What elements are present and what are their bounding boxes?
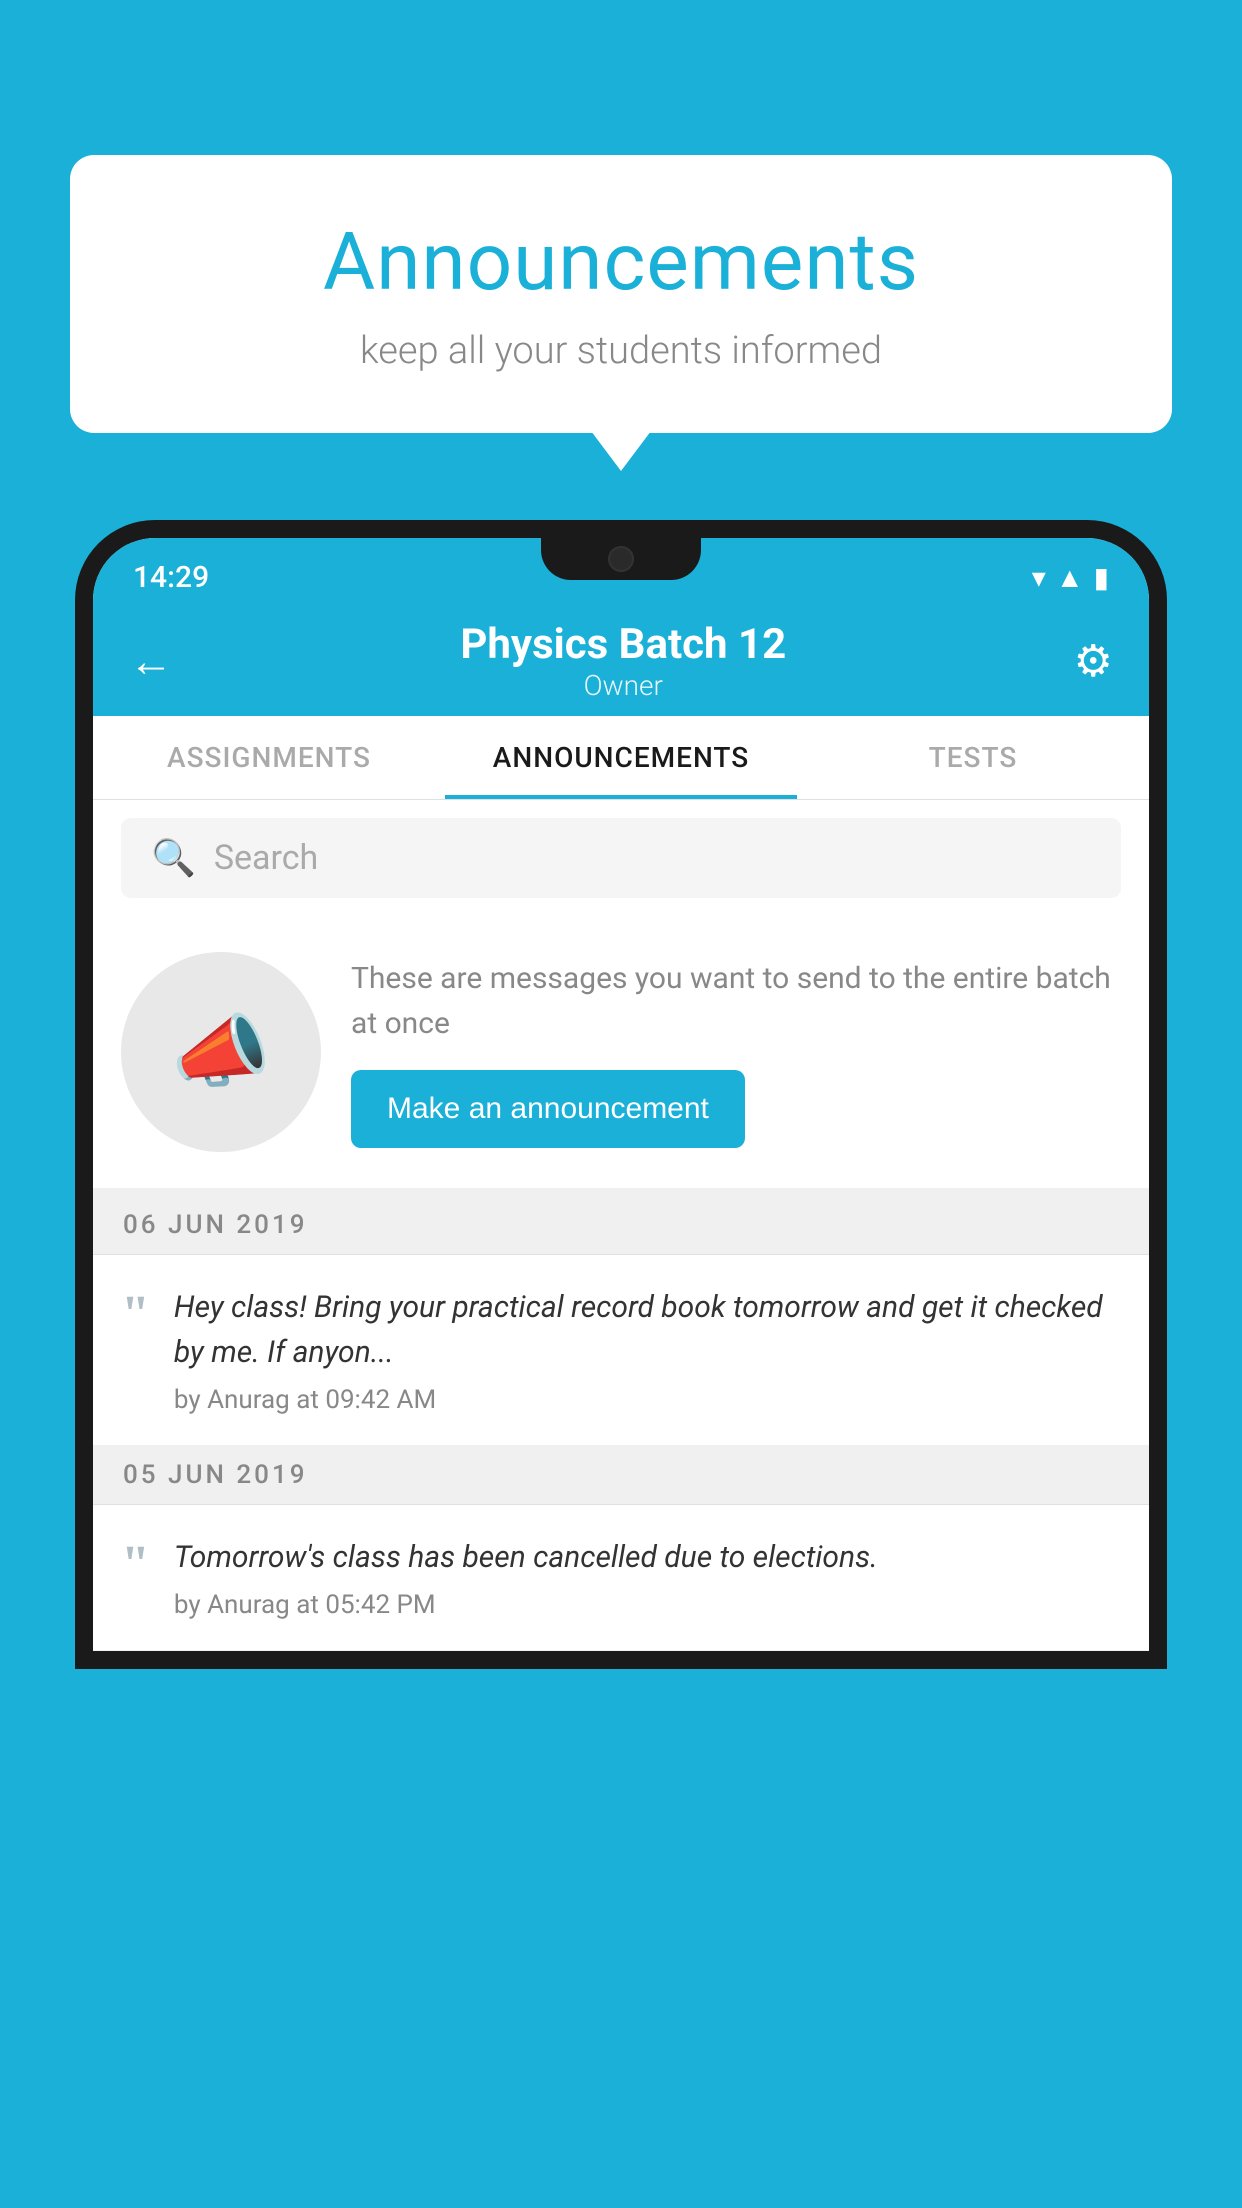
search-container: 🔍 Search	[93, 800, 1149, 916]
promo-section: 📣 These are messages you want to send to…	[93, 916, 1149, 1196]
app-bar: ← Physics Batch 12 Owner ⚙	[93, 606, 1149, 716]
announcement-item-1[interactable]: " Hey class! Bring your practical record…	[93, 1255, 1149, 1446]
app-bar-title-group: Physics Batch 12 Owner	[460, 620, 786, 702]
announcement-text-1: Hey class! Bring your practical record b…	[174, 1285, 1121, 1375]
phone-camera	[608, 546, 634, 572]
tab-tests[interactable]: TESTS	[797, 716, 1149, 799]
tabs-bar: ASSIGNMENTS ANNOUNCEMENTS TESTS	[93, 716, 1149, 800]
tab-assignments[interactable]: ASSIGNMENTS	[93, 716, 445, 799]
bubble-subtitle: keep all your students informed	[150, 329, 1092, 373]
battery-icon: ▮	[1094, 561, 1109, 594]
speech-bubble-container: Announcements keep all your students inf…	[70, 155, 1172, 433]
app-bar-title: Physics Batch 12	[460, 620, 786, 669]
search-bar[interactable]: 🔍 Search	[121, 818, 1121, 898]
announcement-text-2: Tomorrow's class has been cancelled due …	[174, 1535, 1121, 1580]
announcement-content-1: Hey class! Bring your practical record b…	[174, 1285, 1121, 1415]
announcement-meta-1: by Anurag at 09:42 AM	[174, 1385, 1121, 1415]
announcement-meta-2: by Anurag at 05:42 PM	[174, 1590, 1121, 1620]
status-time: 14:29	[133, 560, 209, 595]
date-separator-2: 05 JUN 2019	[93, 1446, 1149, 1505]
app-bar-subtitle: Owner	[460, 669, 786, 702]
promo-icon-circle: 📣	[121, 952, 321, 1152]
phone-notch	[541, 538, 701, 580]
phone-wrapper: 14:29 ▾ ▲ ▮ ← Physics Batch 12 Owner ⚙ A…	[75, 520, 1167, 2208]
bubble-title: Announcements	[150, 215, 1092, 309]
settings-icon[interactable]: ⚙	[1074, 635, 1113, 687]
announcement-content-2: Tomorrow's class has been cancelled due …	[174, 1535, 1121, 1620]
tab-announcements[interactable]: ANNOUNCEMENTS	[445, 716, 797, 799]
promo-content: These are messages you want to send to t…	[351, 956, 1121, 1148]
quote-icon-1: "	[121, 1289, 150, 1341]
phone-outer: 14:29 ▾ ▲ ▮ ← Physics Batch 12 Owner ⚙ A…	[75, 520, 1167, 1669]
wifi-icon: ▾	[1032, 561, 1046, 594]
make-announcement-button[interactable]: Make an announcement	[351, 1070, 745, 1148]
date-separator-1: 06 JUN 2019	[93, 1196, 1149, 1255]
back-button[interactable]: ←	[129, 635, 173, 687]
search-placeholder: Search	[214, 838, 318, 878]
search-icon: 🔍	[151, 837, 196, 879]
status-icons: ▾ ▲ ▮	[1032, 561, 1109, 594]
announcement-item-2[interactable]: " Tomorrow's class has been cancelled du…	[93, 1505, 1149, 1651]
speech-bubble: Announcements keep all your students inf…	[70, 155, 1172, 433]
megaphone-icon: 📣	[171, 1005, 271, 1099]
promo-description: These are messages you want to send to t…	[351, 956, 1121, 1046]
phone-screen: 14:29 ▾ ▲ ▮ ← Physics Batch 12 Owner ⚙ A…	[93, 538, 1149, 1651]
quote-icon-2: "	[121, 1539, 150, 1591]
signal-icon: ▲	[1056, 561, 1084, 594]
